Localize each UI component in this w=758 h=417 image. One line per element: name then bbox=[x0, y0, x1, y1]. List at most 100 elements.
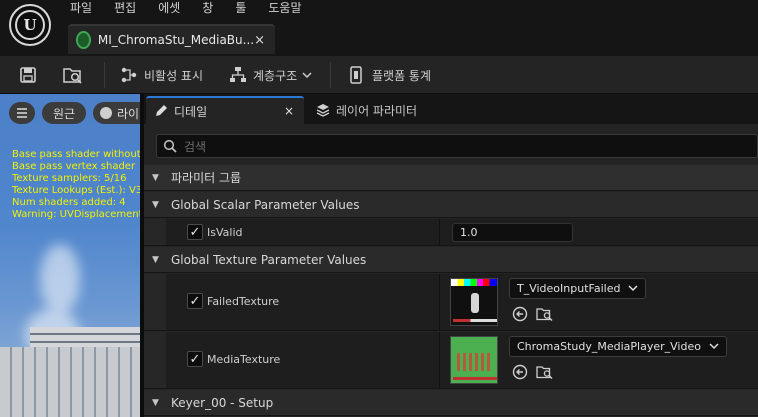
menu-file[interactable]: 파일 bbox=[70, 0, 92, 16]
save-button[interactable] bbox=[19, 56, 37, 94]
perspective-button[interactable]: 원근 bbox=[42, 102, 86, 124]
media-figures bbox=[457, 353, 493, 371]
details-panel: 디테일 × 레이어 파라미터 검색 ▼ 파라미터 그룹 ▼ Global Sca… bbox=[144, 94, 758, 417]
category-label: 파라미터 그룹 bbox=[171, 171, 242, 185]
details-body: 검색 ▼ 파라미터 그룹 ▼ Global Scalar Parameter V… bbox=[144, 124, 758, 417]
collapse-arrow-icon: ▼ bbox=[152, 397, 159, 408]
param-row-isvalid: ✓ IsValid 1.0 bbox=[144, 219, 758, 246]
stats-line: Base pass shader without bbox=[12, 149, 140, 160]
hide-inactive-button[interactable]: 비활성 표시 bbox=[120, 56, 203, 94]
param-label: MediaTexture bbox=[207, 353, 281, 366]
arrow-left-circle-icon bbox=[512, 364, 528, 380]
category-label: Global Texture Parameter Values bbox=[171, 252, 367, 267]
browse-search-icon bbox=[536, 366, 553, 379]
color-bars bbox=[451, 279, 497, 286]
use-selected-asset-button[interactable] bbox=[511, 363, 529, 381]
lit-sphere-icon bbox=[100, 107, 112, 119]
menu-bar: 파일 편집 에셋 창 툴 도움말 bbox=[70, 0, 324, 16]
search-input[interactable]: 검색 bbox=[156, 134, 758, 158]
stats-line: Num shaders added: 4 bbox=[12, 197, 126, 208]
failed-figure bbox=[471, 293, 479, 313]
hierarchy-label: 계층구조 bbox=[253, 68, 298, 83]
viewport-building bbox=[0, 347, 140, 417]
stats-line: Texture Lookups (Est.): V3 bbox=[12, 185, 140, 196]
hierarchy-dropdown[interactable]: 계층구조 bbox=[229, 56, 312, 94]
toolbar-divider bbox=[330, 62, 331, 88]
pencil-icon bbox=[154, 104, 168, 118]
close-tab-icon[interactable]: × bbox=[284, 104, 294, 118]
collapse-arrow-icon: ▼ bbox=[152, 172, 159, 183]
chevron-down-icon bbox=[302, 68, 312, 82]
menu-edit[interactable]: 편집 bbox=[114, 0, 136, 16]
param-override-checkbox[interactable]: ✓ bbox=[187, 351, 203, 367]
lit-mode-button[interactable]: 라이 bbox=[93, 102, 140, 124]
platform-device-icon bbox=[348, 66, 366, 84]
param-label: IsValid bbox=[207, 226, 243, 239]
document-tab[interactable]: MI_ChromaStu_MediaBu... × bbox=[68, 24, 275, 54]
tab-layer-parameters[interactable]: 레이어 파라미터 bbox=[310, 96, 417, 124]
hamburger-icon bbox=[17, 108, 27, 118]
title-bar: U 파일 편집 에셋 창 툴 도움말 MI_ChromaStu_MediaBu.… bbox=[0, 0, 758, 56]
arrow-left-circle-icon bbox=[512, 306, 528, 322]
browse-search-icon bbox=[63, 68, 82, 84]
shader-stats: Base pass shader without Base pass verte… bbox=[12, 149, 140, 221]
category-global-scalar[interactable]: ▼ Global Scalar Parameter Values bbox=[144, 192, 758, 218]
search-placeholder: 검색 bbox=[184, 139, 207, 154]
category-keyer-setup[interactable]: ▼ Keyer_00 - Setup bbox=[144, 390, 758, 416]
asset-picker-failed-texture[interactable]: T_VideoInputFailed bbox=[509, 278, 647, 299]
texture-thumbnail[interactable] bbox=[450, 278, 498, 326]
scalar-value-input[interactable]: 1.0 bbox=[452, 223, 573, 242]
layers-icon bbox=[316, 103, 330, 117]
tab-details-label: 디테일 bbox=[174, 104, 208, 119]
viewport[interactable]: 원근 라이 Base pass shader without Base pass… bbox=[0, 94, 140, 417]
material-instance-icon bbox=[76, 31, 91, 49]
red-bar bbox=[453, 377, 497, 380]
hierarchy-icon bbox=[229, 66, 247, 84]
chevron-down-icon bbox=[628, 282, 638, 295]
asset-name: T_VideoInputFailed bbox=[517, 282, 621, 295]
param-row-media-texture: ✓ MediaTexture ChromaStudy_MediaPlayer_V… bbox=[144, 332, 758, 389]
menu-tools[interactable]: 툴 bbox=[235, 0, 246, 16]
toolbar-divider bbox=[104, 62, 105, 88]
close-tab-icon[interactable]: × bbox=[254, 33, 265, 48]
lit-mode-label: 라이 bbox=[117, 106, 140, 121]
collapse-arrow-icon: ▼ bbox=[152, 254, 159, 265]
param-override-checkbox[interactable]: ✓ bbox=[187, 224, 203, 240]
tab-details[interactable]: 디테일 × bbox=[146, 96, 304, 124]
platform-stats-label: 플랫폼 통계 bbox=[372, 68, 432, 83]
asset-picker-media-texture[interactable]: ChromaStudy_MediaPlayer_Video bbox=[509, 336, 727, 357]
texture-thumbnail[interactable] bbox=[450, 336, 498, 384]
browse-asset-button[interactable] bbox=[62, 56, 84, 94]
stats-line: Texture samplers: 5/16 bbox=[12, 173, 127, 184]
menu-help[interactable]: 도움말 bbox=[268, 0, 301, 16]
indent-gutter bbox=[144, 332, 166, 388]
stats-line: Warning: UVDisplacement bbox=[12, 209, 140, 220]
red-bar bbox=[453, 319, 497, 322]
document-tab-label: MI_ChromaStu_MediaBu... bbox=[97, 33, 255, 47]
category-parameter-group[interactable]: ▼ 파라미터 그룹 bbox=[144, 165, 758, 191]
save-icon bbox=[20, 67, 36, 83]
toolbar: 비활성 표시 계층구조 플랫폼 통계 bbox=[0, 56, 758, 94]
collapse-arrow-icon: ▼ bbox=[152, 199, 159, 210]
category-label: Keyer_00 - Setup bbox=[171, 395, 274, 410]
use-selected-asset-button[interactable] bbox=[511, 305, 529, 323]
browse-to-asset-button[interactable] bbox=[536, 305, 554, 323]
viewport-menu-button[interactable] bbox=[9, 102, 35, 124]
search-icon bbox=[163, 139, 177, 153]
menu-window[interactable]: 창 bbox=[202, 0, 213, 16]
browse-to-asset-button[interactable] bbox=[536, 363, 554, 381]
menu-asset[interactable]: 에셋 bbox=[158, 0, 180, 16]
unreal-logo-icon[interactable]: U bbox=[9, 4, 51, 46]
chevron-down-icon bbox=[709, 340, 719, 353]
hide-inactive-label: 비활성 표시 bbox=[144, 68, 204, 83]
stats-line: Base pass vertex shader bbox=[12, 161, 136, 172]
browse-search-icon bbox=[536, 308, 553, 321]
category-label: Global Scalar Parameter Values bbox=[171, 197, 360, 212]
param-override-checkbox[interactable]: ✓ bbox=[187, 293, 203, 309]
panel-tab-bar: 디테일 × 레이어 파라미터 bbox=[144, 94, 758, 124]
param-label: FailedTexture bbox=[207, 295, 280, 308]
indent-gutter bbox=[144, 219, 166, 245]
platform-stats-button[interactable]: 플랫폼 통계 bbox=[348, 56, 431, 94]
category-global-texture[interactable]: ▼ Global Texture Parameter Values bbox=[144, 247, 758, 273]
viewport-cloud bbox=[40, 244, 80, 314]
